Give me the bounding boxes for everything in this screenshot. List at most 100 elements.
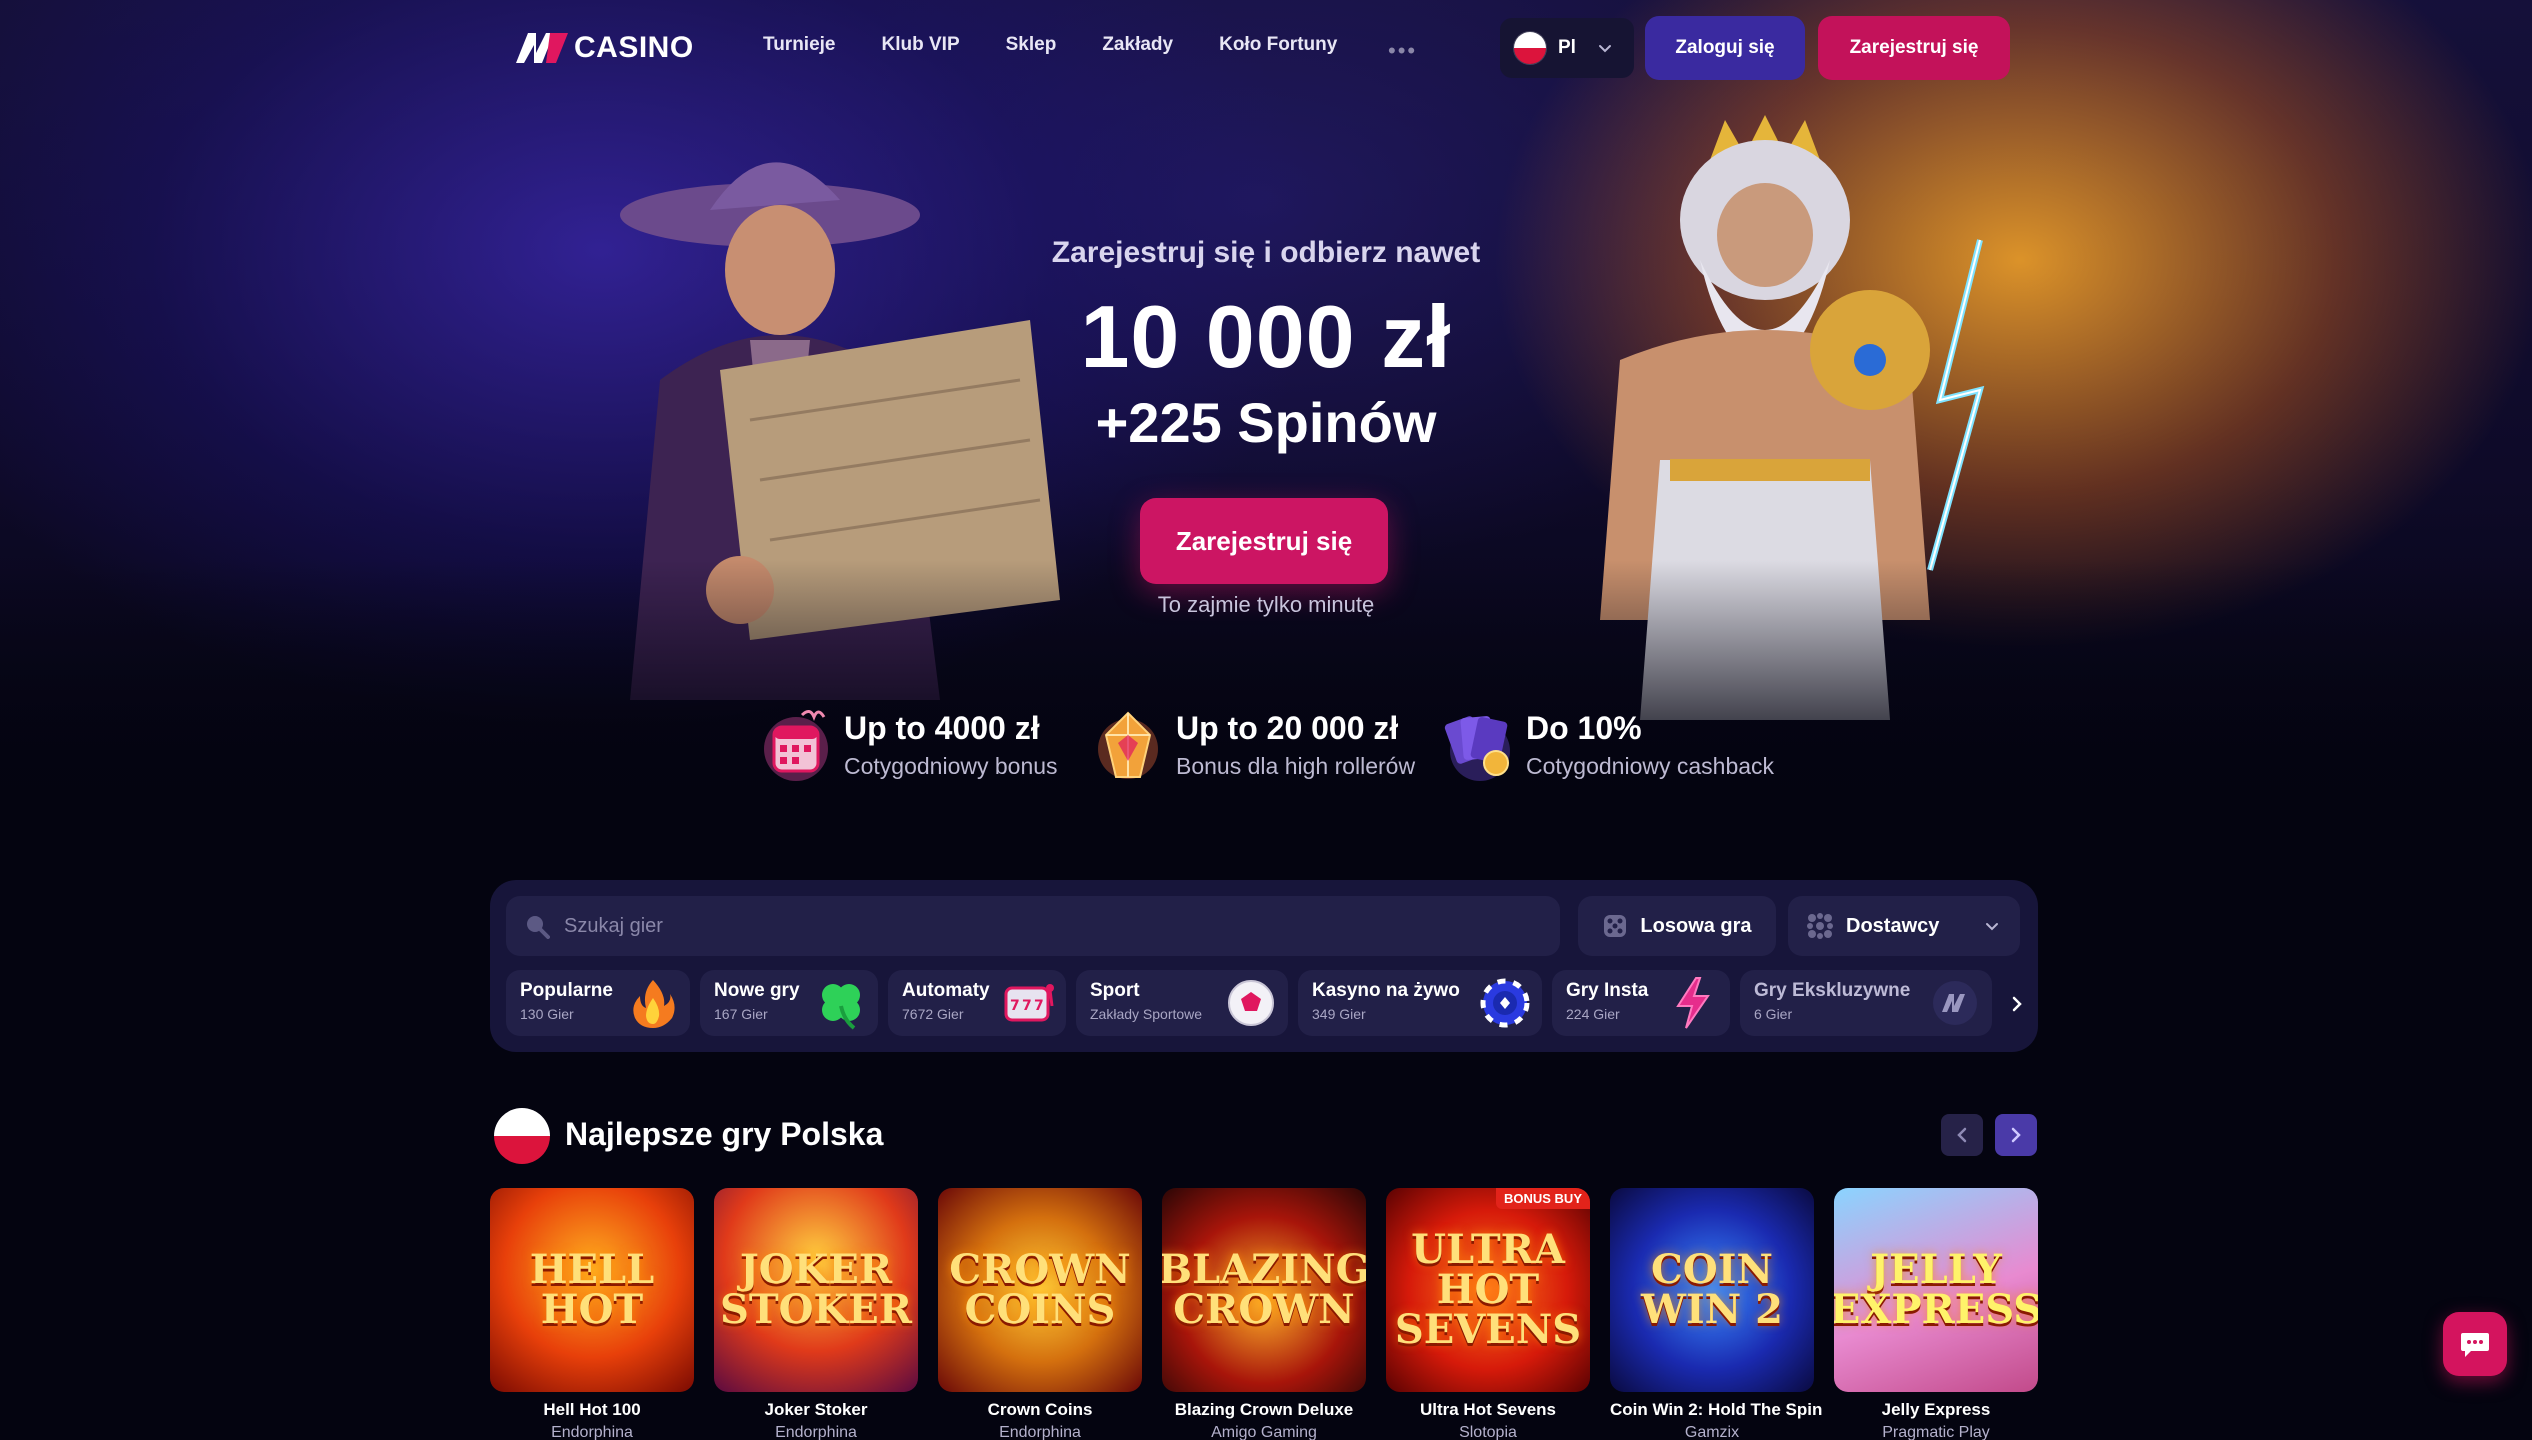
poker-chip-icon (1480, 978, 1530, 1028)
game-name: Hell Hot 100 (543, 1400, 641, 1419)
category-insta-games[interactable]: Gry Insta 224 Gier (1552, 970, 1730, 1036)
language-label: Pl (1558, 37, 1576, 58)
game-name: Jelly Express (1881, 1400, 1991, 1419)
game-thumbnail[interactable]: JELLY EXPRESS (1834, 1188, 2038, 1392)
game-provider: Endorphina (999, 1424, 1081, 1440)
logo-badge-icon (1933, 981, 1977, 1025)
register-button[interactable]: Zarejestruj się (1818, 16, 2010, 80)
category-live-casino[interactable]: Kasyno na żywo 349 Gier (1298, 970, 1542, 1036)
nav-item-zaklady[interactable]: Zakłady (1102, 34, 1173, 56)
game-name: Coin Win 2: Hold The Spin (1610, 1400, 1823, 1419)
benefit-title: Do 10% (1526, 710, 1642, 746)
top-header: CASINO Turnieje Klub VIP Sklep Zakłady K… (0, 0, 2532, 96)
chevron-right-icon (2011, 1127, 2021, 1143)
casino-logo[interactable]: CASINO (516, 30, 694, 66)
chat-bubble-icon (2461, 1333, 2489, 1357)
main-nav: Turnieje Klub VIP Sklep Zakłady Koło For… (763, 34, 1383, 56)
hero-note: To zajmie tylko minutę (1157, 592, 1375, 617)
game-card[interactable]: JELLY EXPRESS Jelly Express Pragmatic Pl… (1834, 1188, 2038, 1440)
game-card[interactable]: BLAZING CROWN Blazing Crown Deluxe Amigo… (1162, 1188, 1366, 1440)
search-input[interactable] (564, 914, 1524, 938)
game-thumbnail-title: ULTRA HOT SEVENS (1394, 1226, 1582, 1353)
game-thumbnail[interactable]: JOKER STOKER (714, 1188, 918, 1392)
hero-subtitle: Zarejestruj się i odbierz nawet (1051, 236, 1481, 269)
svg-text:7: 7 (1022, 998, 1032, 1014)
game-thumbnail-title: HELL HOT (529, 1246, 655, 1333)
benefit-subtitle: Cotygodniowy bonus (844, 753, 1058, 779)
nav-item-klub-vip[interactable]: Klub VIP (882, 34, 960, 56)
bonus-buy-badge: BONUS BUY (1495, 1188, 1590, 1209)
section-title: Najlepsze gry Polska (565, 1116, 884, 1152)
category-new-games[interactable]: Nowe gry 167 Gier (700, 970, 878, 1036)
games-filter-panel: Losowa gra Dostawcy Popularne 130 Gier N… (490, 880, 2038, 1052)
game-provider: Slotopia (1459, 1424, 1517, 1440)
chevron-right-icon (2012, 996, 2022, 1012)
game-card[interactable]: JOKER STOKER Joker Stoker Endorphina (714, 1188, 918, 1440)
language-selector[interactable]: Pl (1500, 18, 1634, 78)
game-name: Ultra Hot Sevens (1419, 1400, 1557, 1419)
nav-more-icon[interactable]: ••• (1388, 38, 1417, 64)
game-thumbnail[interactable]: BLAZING CROWN (1162, 1188, 1366, 1392)
game-provider: Amigo Gaming (1211, 1424, 1317, 1440)
nav-item-turnieje[interactable]: Turnieje (763, 34, 836, 56)
logo-text: CASINO (574, 31, 694, 64)
category-tabs: Popularne 130 Gier Nowe gry 167 Gier Aut… (506, 970, 2006, 1036)
chevron-down-icon (1598, 45, 1611, 53)
slot-machine-icon: 777 (1004, 984, 1054, 1022)
chevron-left-icon (1957, 1127, 1967, 1143)
fire-icon (633, 980, 675, 1028)
game-provider: Pragmatic Play (1882, 1424, 1990, 1440)
providers-label: Dostawcy (1846, 914, 1940, 937)
calendar-gift-icon (764, 710, 828, 781)
svg-text:7: 7 (1010, 998, 1020, 1014)
game-thumbnail[interactable]: ULTRA HOT SEVENS BONUS BUY (1386, 1188, 1590, 1392)
game-card[interactable]: HELL HOT Hell Hot 100 Endorphina (490, 1188, 694, 1440)
benefit-subtitle: Cotygodniowy cashback (1526, 753, 1775, 779)
game-name: Crown Coins (987, 1400, 1093, 1419)
nav-item-kolo-fortuny[interactable]: Koło Fortuny (1219, 34, 1337, 56)
benefit-title: Up to 20 000 zł (1176, 710, 1399, 746)
benefit-weekly-bonus: Up to 4000 zł Cotygodniowy bonus (758, 700, 1058, 790)
chevron-down-icon (1986, 923, 1998, 931)
random-game-button[interactable]: Losowa gra (1578, 896, 1776, 956)
game-card[interactable]: CROWN COINS Crown Coins Endorphina (938, 1188, 1142, 1440)
hero-register-button[interactable]: Zarejestruj się (1140, 498, 1388, 584)
benefit-high-roller: Up to 20 000 zł Bonus dla high rollerów (1090, 700, 1415, 790)
football-icon (1228, 980, 1274, 1026)
game-thumbnail[interactable]: COIN WIN 2 (1610, 1188, 1814, 1392)
poland-flag-icon (1514, 32, 1546, 64)
login-button[interactable]: Zaloguj się (1645, 16, 1805, 80)
game-thumbnail-title: BLAZING CROWN (1162, 1246, 1366, 1333)
dice-icon (1604, 915, 1627, 937)
providers-grid-icon (1807, 913, 1833, 939)
game-thumbnail[interactable]: HELL HOT (490, 1188, 694, 1392)
svg-text:7: 7 (1034, 998, 1044, 1014)
category-sport[interactable]: Sport Zakłady Sportowe (1076, 970, 1288, 1036)
game-provider: Gamzix (1684, 1424, 1740, 1440)
crystal-icon (1098, 711, 1158, 779)
clover-icon (822, 984, 860, 1030)
carousel-prev-button[interactable] (1941, 1114, 1983, 1156)
carousel-next-button[interactable] (1995, 1114, 2037, 1156)
category-popular[interactable]: Popularne 130 Gier (506, 970, 690, 1036)
poland-flag-icon (494, 1108, 550, 1164)
nav-item-sklep[interactable]: Sklep (1006, 34, 1057, 56)
game-thumbnail[interactable]: CROWN COINS (938, 1188, 1142, 1392)
category-exclusive-games[interactable]: Gry Ekskluzywne 6 Gier (1740, 970, 1992, 1036)
live-chat-button[interactable] (2443, 1312, 2507, 1376)
game-thumbnail-title: JELLY EXPRESS (1834, 1246, 2038, 1333)
search-box[interactable] (506, 896, 1560, 956)
game-provider: Endorphina (775, 1424, 857, 1440)
game-card[interactable]: ULTRA HOT SEVENS BONUS BUY Ultra Hot Sev… (1386, 1188, 1590, 1440)
game-card[interactable]: COIN WIN 2 Coin Win 2: Hold The Spin Gam… (1610, 1188, 1823, 1440)
game-thumbnail-title: JOKER STOKER (720, 1246, 912, 1333)
category-slots[interactable]: Automaty 7672 Gier 777 (888, 970, 1066, 1036)
logo-mark-icon (516, 33, 568, 63)
game-name: Joker Stoker (764, 1400, 868, 1419)
categories-next-arrow[interactable] (2002, 984, 2032, 1024)
providers-dropdown[interactable]: Dostawcy (1788, 896, 2020, 956)
lightning-icon (1676, 977, 1710, 1029)
hero-spins: +225 Spinów (1095, 391, 1437, 454)
benefit-subtitle: Bonus dla high rollerów (1176, 753, 1416, 779)
game-name: Blazing Crown Deluxe (1174, 1400, 1354, 1419)
